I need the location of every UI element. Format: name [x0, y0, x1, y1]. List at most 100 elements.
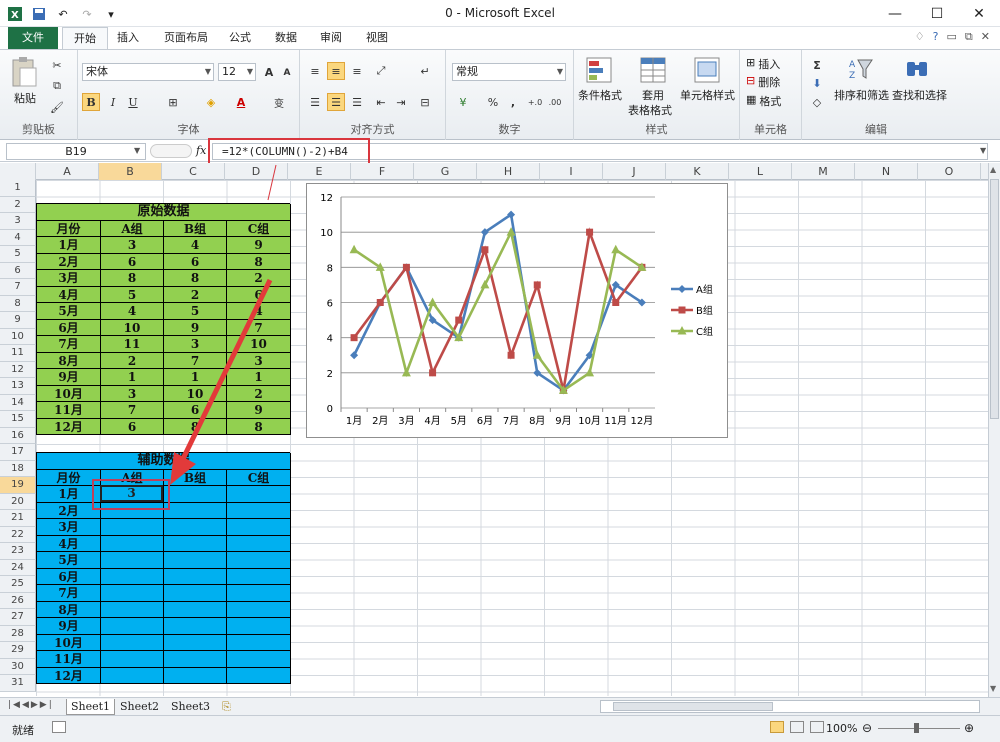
page-layout-view-icon[interactable] [790, 721, 804, 733]
table1-cell[interactable]: 5月 [37, 303, 101, 320]
vertical-scrollbar[interactable]: ▲ ▼ [988, 163, 1000, 697]
column-header-a[interactable]: A [36, 163, 99, 180]
table1-cell[interactable]: 12月 [37, 418, 101, 435]
zoom-slider-track[interactable] [878, 728, 960, 729]
italic-button[interactable]: I [104, 93, 122, 111]
tab-review[interactable]: 审阅 [315, 27, 347, 49]
sort-filter-icon[interactable]: AZ [848, 56, 874, 82]
align-bottom-icon[interactable]: ≡ [348, 62, 366, 80]
table2-month[interactable]: 12月 [37, 667, 101, 684]
table1-cell[interactable]: 1 [101, 369, 164, 386]
row-header-20[interactable]: 20 [0, 493, 36, 510]
table1-cell[interactable]: 11 [101, 336, 164, 353]
borders-icon[interactable]: ⊞ [164, 93, 182, 111]
table2-month[interactable]: 9月 [37, 618, 101, 635]
table2-cell[interactable] [227, 502, 291, 519]
maximize-icon[interactable]: ☐ [916, 0, 958, 27]
column-header-o[interactable]: O [918, 163, 981, 180]
shrink-font-button[interactable]: A [278, 64, 296, 82]
row-header-16[interactable]: 16 [0, 427, 36, 444]
row-header-24[interactable]: 24 [0, 559, 36, 576]
tab-formulas[interactable]: 公式 [224, 27, 256, 49]
row-header-27[interactable]: 27 [0, 609, 36, 626]
table2-cell[interactable] [164, 502, 227, 519]
row-header-9[interactable]: 9 [0, 312, 36, 329]
row-header-5[interactable]: 5 [0, 246, 36, 263]
row-header-14[interactable]: 14 [0, 394, 36, 411]
cell-styles-icon[interactable] [692, 56, 722, 84]
table2-month[interactable]: 3月 [37, 519, 101, 536]
table1-cell[interactable]: 10月 [37, 385, 101, 402]
font-size-select[interactable]: 12 ▼ [218, 63, 256, 81]
formula-divider-handle[interactable] [150, 144, 192, 158]
format-as-table-label-2[interactable]: 表格格式 [628, 102, 672, 118]
number-format-select[interactable]: 常规 ▼ [452, 63, 566, 81]
row-header-31[interactable]: 31 [0, 675, 36, 692]
align-left-icon[interactable]: ☰ [306, 93, 324, 111]
cell-styles-label[interactable]: 单元格样式 [680, 87, 735, 103]
table1-cell[interactable]: 8月 [37, 352, 101, 369]
table2-cell[interactable] [164, 667, 227, 684]
row-header-18[interactable]: 18 [0, 460, 36, 477]
bold-button[interactable]: B [82, 93, 100, 111]
row-header-21[interactable]: 21 [0, 510, 36, 527]
find-select-label[interactable]: 查找和选择 [892, 87, 947, 103]
zoom-in-icon[interactable]: ⊕ [964, 721, 974, 735]
format-painter-icon[interactable]: 🖌 [48, 98, 66, 116]
percent-button[interactable]: % [484, 93, 502, 111]
autosum-button[interactable]: Σ [808, 56, 826, 74]
name-box[interactable]: B19 [6, 143, 146, 160]
tab-view[interactable]: 视图 [361, 27, 393, 49]
column-header-m[interactable]: M [792, 163, 855, 180]
table1-cell[interactable]: 3月 [37, 270, 101, 287]
row-header-2[interactable]: 2 [0, 196, 36, 213]
align-middle-icon[interactable]: ≡ [327, 62, 345, 80]
currency-icon[interactable]: ¥ [454, 93, 472, 111]
conditional-format-icon[interactable] [584, 56, 614, 84]
phonetic-button[interactable]: 变 [270, 93, 288, 111]
row-header-7[interactable]: 7 [0, 279, 36, 296]
table1-cell[interactable]: 2 [101, 352, 164, 369]
cut-icon[interactable]: ✂ [48, 56, 66, 74]
table1-cell[interactable]: 7月 [37, 336, 101, 353]
table2-cell[interactable] [101, 634, 164, 651]
table2-month[interactable]: 11月 [37, 651, 101, 668]
font-color-button[interactable]: A [232, 93, 250, 111]
row-header-11[interactable]: 11 [0, 345, 36, 362]
table1-header[interactable]: A组 [101, 220, 164, 237]
decrease-indent-icon[interactable]: ⇤ [372, 93, 390, 111]
row-header-3[interactable]: 3 [0, 213, 36, 230]
close-workbook-icon[interactable]: ✕ [981, 30, 990, 44]
table2-cell[interactable] [227, 568, 291, 585]
table1-cell[interactable]: 3 [101, 237, 164, 254]
page-break-view-icon[interactable] [810, 721, 824, 733]
row-header-26[interactable]: 26 [0, 592, 36, 609]
table1-cell[interactable]: 3 [101, 385, 164, 402]
table2-cell[interactable] [101, 667, 164, 684]
line-chart[interactable]: 0 2 4 6 8 10 12 1月 2月 3月 4月 5月 6月 7月 8月 9月 10月 11月 12月 A组 B组… [306, 183, 728, 438]
table2-month[interactable]: 8月 [37, 601, 101, 618]
paste-icon[interactable] [10, 56, 38, 88]
table2-cell[interactable] [101, 651, 164, 668]
table2-cell[interactable] [101, 568, 164, 585]
table2-cell[interactable] [227, 519, 291, 536]
row-header-28[interactable]: 28 [0, 625, 36, 642]
column-header-i[interactable]: I [540, 163, 603, 180]
expand-formula-icon[interactable]: ▼ [980, 146, 986, 155]
sheet-tab-3[interactable]: Sheet3 [167, 699, 214, 715]
row-header-19[interactable]: 19 [0, 477, 36, 494]
row-header-6[interactable]: 6 [0, 262, 36, 279]
table2-cell[interactable] [164, 618, 227, 635]
grow-font-button[interactable]: A [260, 63, 278, 81]
macro-record-icon[interactable] [52, 721, 66, 733]
insert-sheet-icon[interactable]: ⎘ [222, 700, 231, 714]
tab-page-layout[interactable]: 页面布局 [158, 27, 214, 49]
tab-data[interactable]: 数据 [270, 27, 302, 49]
table1-cell[interactable]: 8 [101, 270, 164, 287]
row-header-23[interactable]: 23 [0, 543, 36, 560]
row-header-4[interactable]: 4 [0, 229, 36, 246]
underline-button[interactable]: U [124, 93, 142, 111]
zoom-out-icon[interactable]: ⊖ [862, 721, 872, 735]
row-header-13[interactable]: 13 [0, 378, 36, 395]
table1-cell[interactable]: 4 [101, 303, 164, 320]
